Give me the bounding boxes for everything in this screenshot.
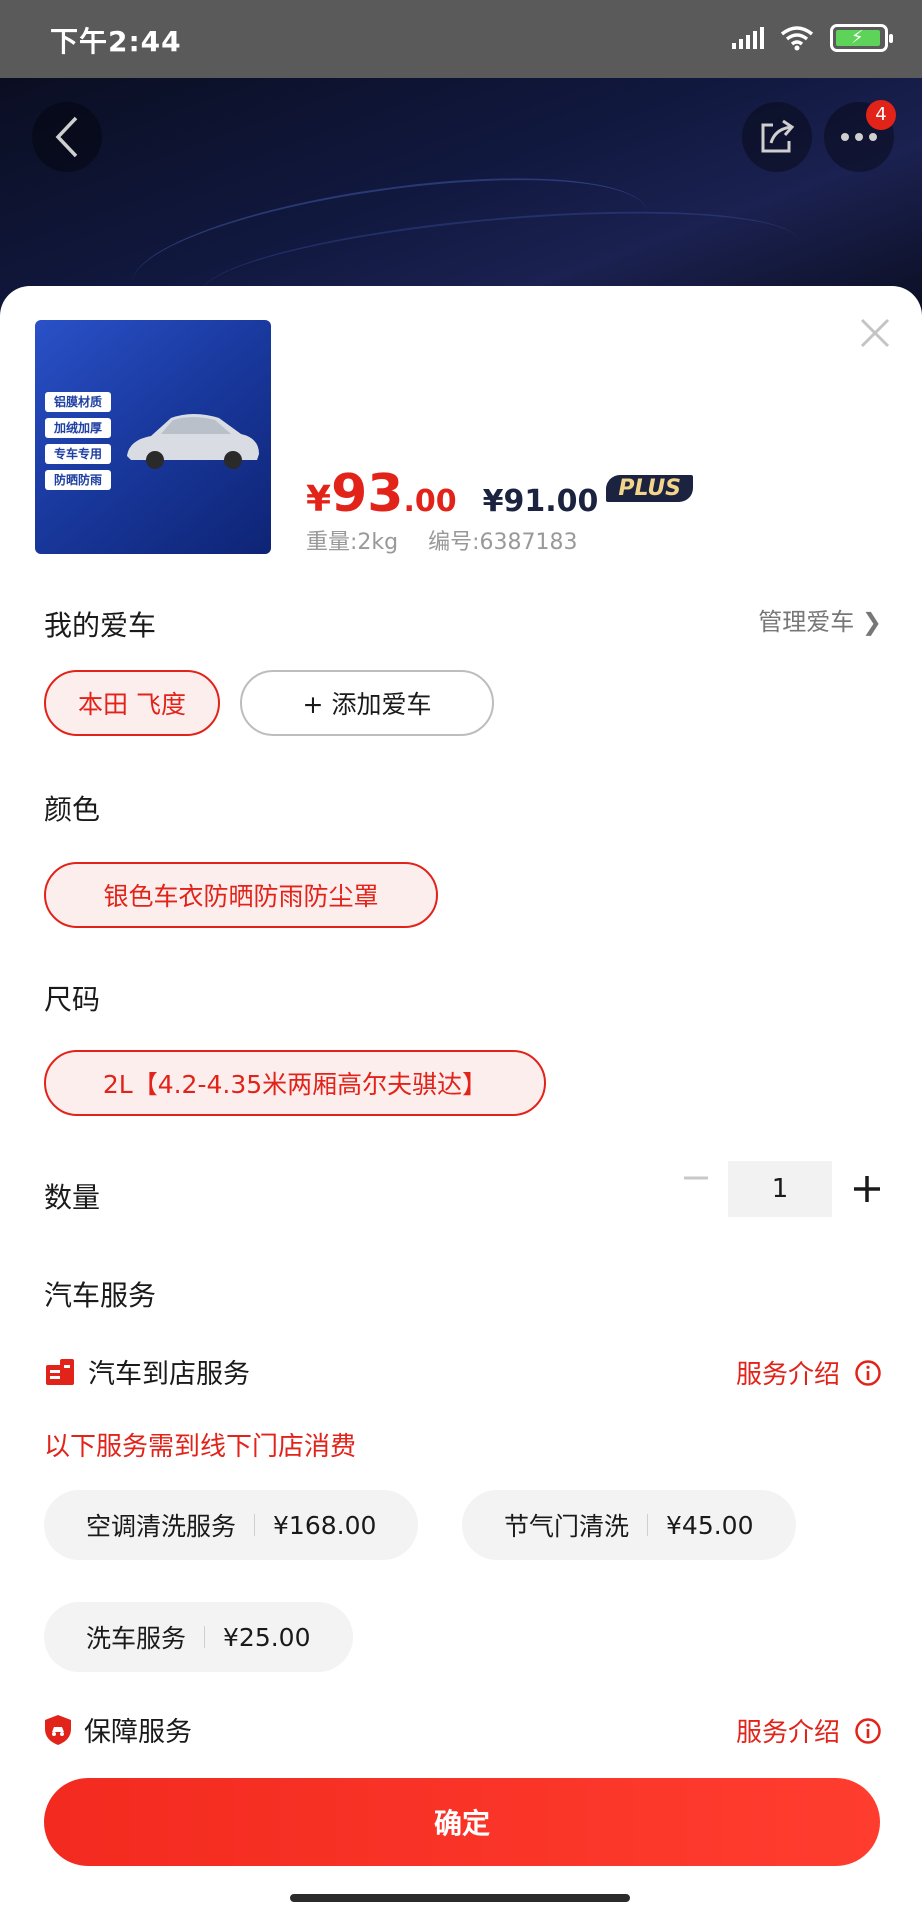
service-option-price: ¥25.00 [223, 1622, 311, 1652]
product-image-tag: 专车专用 [45, 444, 111, 464]
product-image: 铝膜材质 加绒加厚 专车专用 防晒防雨 [35, 320, 271, 554]
share-button[interactable] [742, 102, 812, 172]
product-image-tag: 加绒加厚 [45, 418, 111, 438]
store-service-intro-link[interactable]: 服务介绍 [736, 1354, 882, 1391]
car-option-selected[interactable]: 本田 飞度 [44, 670, 220, 736]
product-sku: 编号:6387183 [428, 530, 578, 555]
service-option-price: ¥168.00 [273, 1510, 377, 1540]
product-weight: 重量:2kg [306, 530, 399, 555]
quantity-input[interactable]: 1 [728, 1161, 832, 1217]
service-option-name: 洗车服务 [86, 1624, 187, 1653]
service-option-name: 节气门清洗 [504, 1512, 630, 1541]
status-time: 下午2:44 [50, 25, 182, 58]
service-option-name: 空调清洗服务 [86, 1512, 237, 1541]
back-button[interactable] [32, 102, 102, 172]
store-service-intro-label: 服务介绍 [735, 1360, 840, 1390]
service-notice: 以下服务需到线下门店消费 [44, 1432, 357, 1462]
sku-selector-sheet: 铝膜材质 加绒加厚 专车专用 防晒防雨 ¥93.00 ¥91.00 PLUS 重… [0, 286, 922, 1920]
size-title: 尺码 [44, 983, 101, 1016]
confirm-button[interactable]: 确定 [44, 1778, 880, 1866]
quantity-title: 数量 [44, 1181, 101, 1214]
manage-car-link[interactable]: 管理爱车 ❯ [758, 602, 882, 637]
notification-badge: 4 [866, 100, 896, 130]
battery-icon: ⚡ [830, 24, 893, 52]
service-option[interactable]: 空调清洗服务 ¥168.00 [44, 1490, 419, 1560]
service-option[interactable]: 洗车服务 ¥25.00 [44, 1602, 353, 1672]
guarantee-intro-label: 服务介绍 [735, 1718, 840, 1748]
status-icons: ⚡ [732, 24, 893, 52]
guarantee-service-row: 保障服务 [44, 1710, 192, 1749]
chevron-left-icon [55, 116, 78, 158]
car-service-title: 汽车服务 [44, 1279, 157, 1312]
plus-badge: PLUS [606, 474, 694, 502]
close-icon[interactable] [858, 316, 892, 350]
guarantee-intro-link[interactable]: 服务介绍 [736, 1712, 882, 1749]
product-image-tag: 铝膜材质 [45, 392, 111, 412]
signal-icon [732, 27, 764, 49]
status-bar: 下午2:44 ⚡ [0, 0, 922, 78]
info-icon [855, 1717, 881, 1744]
price-row: ¥93.00 ¥91.00 PLUS [306, 464, 694, 524]
minus-icon[interactable] [678, 1160, 714, 1196]
store-service-row: 汽车到店服务 [44, 1352, 250, 1391]
store-service-icon [46, 1358, 74, 1385]
shield-icon [45, 1714, 71, 1745]
plus-price: ¥91.00 [482, 484, 599, 519]
car-cover-icon [127, 414, 259, 469]
home-indicator[interactable] [290, 1894, 630, 1902]
plus-icon[interactable] [850, 1172, 884, 1206]
product-image-tag: 防晒防雨 [45, 470, 111, 490]
current-price: ¥93.00 [306, 464, 457, 524]
share-icon [761, 119, 795, 153]
service-option-price: ¥45.00 [666, 1510, 754, 1540]
info-icon [855, 1359, 881, 1386]
size-option[interactable]: 2L【4.2-4.35米两厢高尔夫骐达】 [44, 1050, 546, 1116]
more-icon [841, 133, 877, 141]
add-car-button[interactable]: + 添加爱车 [240, 670, 494, 736]
my-car-title: 我的爱车 [44, 609, 157, 642]
service-option[interactable]: 节气门清洗 ¥45.00 [462, 1490, 796, 1560]
color-option[interactable]: 银色车衣防晒防雨防尘罩 [44, 862, 438, 928]
wifi-icon [780, 26, 814, 51]
color-title: 颜色 [44, 793, 101, 826]
store-service-label: 汽车到店服务 [88, 1359, 250, 1390]
product-meta: 重量:2kg 编号:6387183 [306, 524, 578, 556]
guarantee-service-label: 保障服务 [84, 1717, 192, 1748]
